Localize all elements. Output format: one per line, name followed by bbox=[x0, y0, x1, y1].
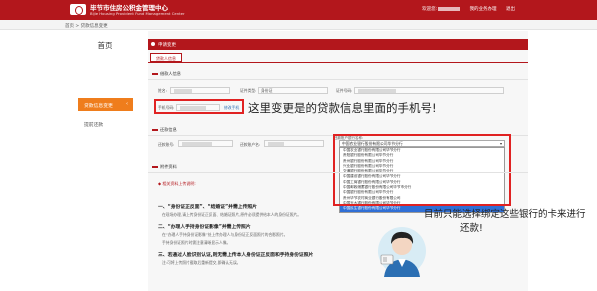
instruction-heading: 一、“身份证正反面”、“结婚证”并需上传照片 bbox=[158, 205, 257, 210]
bank-highlight-box bbox=[333, 134, 511, 206]
id-type-field[interactable]: 身份证 bbox=[258, 87, 328, 94]
bank-annotation: 目前只能选择绑定这些银行的卡来进行 还款! bbox=[424, 208, 586, 236]
name-label: 姓名: bbox=[158, 88, 167, 93]
instruction-heading: 二、“办理人手持身份证影像”并需上传照片 bbox=[158, 225, 251, 230]
sidebar-item-prepayment[interactable]: 提前还款 bbox=[78, 121, 133, 128]
panel-header: 申请变更 bbox=[148, 39, 528, 50]
bullet-icon bbox=[151, 42, 155, 46]
holder-label: 还款账户名: bbox=[240, 142, 261, 147]
divider bbox=[148, 172, 528, 173]
id-no-label: 证件号码: bbox=[336, 88, 353, 93]
sidebar: 首页 贷款信息变更 ‹ 提前还款 bbox=[65, 31, 145, 291]
divider bbox=[148, 79, 528, 80]
card-label: 还款账号: bbox=[158, 142, 175, 147]
tab-underline bbox=[148, 62, 528, 63]
chevron-left-icon: ‹ bbox=[126, 101, 128, 107]
attach-section-title: 附件资料 bbox=[152, 164, 177, 170]
card-field[interactable] bbox=[178, 140, 233, 147]
instruction-text: 注:可将上传照片截取后重新提交,即确认无误。 bbox=[162, 260, 241, 265]
logout-link[interactable]: 退出 bbox=[506, 7, 515, 12]
sidebar-home[interactable]: 首页 bbox=[65, 40, 145, 51]
instruction-heading: 三、若通过人脸识别认证,则无需上传本人身份证正反面和手持身份证照片 bbox=[158, 253, 314, 258]
sidebar-item-loan-change[interactable]: 贷款信息变更 ‹ bbox=[78, 98, 133, 111]
instruction-text: 在“办理人手持身份证影像”处上传办理人与身份证正反面照片的合影照片。 bbox=[162, 232, 288, 237]
sidebar-item-label: 贷款信息变更 bbox=[84, 104, 113, 109]
bank-annotation-line1: 目前只能选择绑定这些银行的卡来进行 bbox=[424, 209, 586, 220]
main-content: 申请变更 贷款人信息 借款人信息 姓名: 证件类型: 身份证 证件号码: 手机号… bbox=[148, 31, 528, 291]
panel-title: 申请变更 bbox=[158, 43, 176, 48]
person-illustration bbox=[378, 227, 426, 277]
name-field[interactable] bbox=[170, 87, 230, 94]
tab-borrower-info[interactable]: 贷款人信息 bbox=[150, 53, 182, 62]
username-masked bbox=[438, 6, 461, 11]
bank-annotation-line2: 还款! bbox=[460, 223, 483, 234]
mobile-annotation: 这里变更是的贷款信息里面的手机号! bbox=[248, 101, 437, 115]
holder-field[interactable] bbox=[264, 140, 324, 147]
my-business-link[interactable]: 我的业务办理 bbox=[470, 7, 497, 12]
id-no-field[interactable] bbox=[354, 87, 504, 94]
welcome-text: 欢迎您: bbox=[422, 7, 438, 12]
repay-section-title: 还款信息 bbox=[152, 127, 177, 133]
logo-icon bbox=[70, 4, 86, 15]
breadcrumb: 首页 > 贷款信息变更 bbox=[0, 20, 597, 30]
site-subtitle: Bijie Housing Provident Fund Management … bbox=[90, 11, 185, 16]
upload-instructions-link[interactable]: ◆ 相关资料上传说明: bbox=[158, 181, 196, 187]
id-type-label: 证件类型: bbox=[240, 88, 257, 93]
header-links: 欢迎您: 我的业务办理 退出 bbox=[414, 6, 515, 12]
borrower-section-title: 借款人信息 bbox=[152, 71, 181, 77]
top-header: 毕节市住房公积金管理中心 Bijie Housing Provident Fun… bbox=[0, 0, 597, 20]
instruction-text: 手持身份证照片时需注意清晰显示人像。 bbox=[162, 240, 231, 245]
instruction-text: 在现场办理,请上传身份证正反面、结婚证照片,原件必须提供给本人的身份证照片。 bbox=[162, 212, 302, 217]
mobile-highlight-box bbox=[154, 99, 244, 114]
